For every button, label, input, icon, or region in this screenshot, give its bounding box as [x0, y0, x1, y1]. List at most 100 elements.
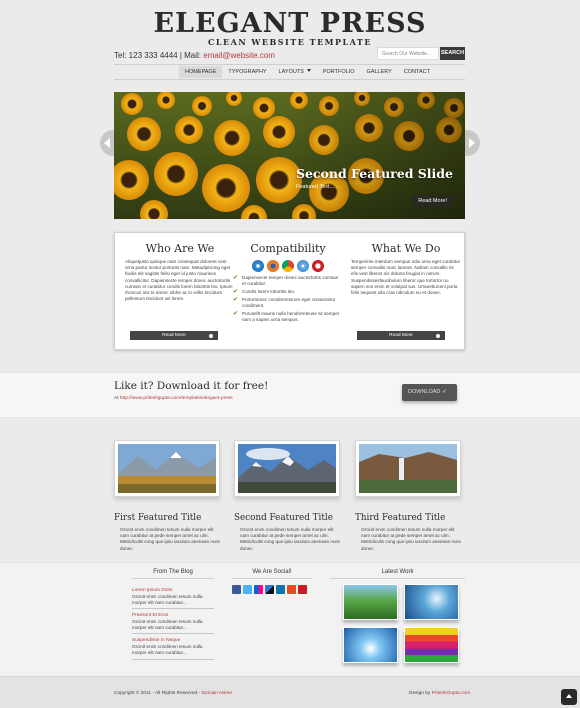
blog-item-text: Orcinit enim condimen tesum nulla morper… [132, 644, 203, 655]
work-thumb-road[interactable] [343, 584, 398, 620]
list-item: ✔ Condis lorem loborttis leo. [233, 289, 343, 295]
slide-read-more-button[interactable]: Read More! [412, 195, 453, 207]
slide-title: Second Featured Slide [295, 166, 453, 181]
design-by-label: Design by [409, 691, 432, 696]
featured-item-2: Second Featured Title Orcinit enim condi… [234, 440, 342, 552]
column-compatibility: Compatibility ✔ Dapiensecte temper donec … [233, 233, 343, 325]
column-text: Temperinte interdum sempus odio urna ege… [351, 259, 461, 296]
footer-widgets [0, 562, 580, 676]
waterfall-cliff-image [359, 444, 457, 493]
featured-text: Orcinit enim condimen tesum nulla morper… [120, 527, 221, 551]
blog-item-text: Orcinit enim condimen tesum nulla morper… [132, 594, 203, 605]
featured-image-3[interactable] [355, 440, 461, 497]
featured-title[interactable]: Second Featured Title [234, 513, 342, 523]
snowy-mountains-image [238, 444, 336, 493]
flickr-icon[interactable] [254, 585, 263, 594]
arrow-right-icon [469, 138, 475, 148]
featured-image-2[interactable] [234, 440, 340, 497]
site-logo[interactable]: ELEGANT PRESS CLEAN WEBSITE TEMPLATE [0, 10, 580, 47]
contact-email-link[interactable]: email@website.com [203, 51, 275, 60]
mountain-lake-image [118, 444, 216, 493]
list-item-text: Portortornec condimentorum eget consecte… [242, 297, 336, 308]
chevron-down-icon [306, 69, 311, 72]
copyright-label: Copyright © 2011 - All Rights Reserved - [114, 691, 202, 696]
blog-divider [132, 659, 214, 660]
nav-item-typography[interactable]: TYPOGRAPHY [222, 66, 272, 78]
work-widget-title: Latest Work [330, 569, 465, 579]
list-item: ✔ Portortornec condimentorum eget consect… [233, 297, 343, 309]
blog-divider [132, 608, 214, 609]
nav-item-portfolio[interactable]: PORTFOLIO [317, 66, 361, 78]
blog-item: Suspendisse In Neque Orcinit enim condim… [132, 638, 214, 656]
domain-link[interactable]: Domain Name [201, 691, 232, 696]
chrome-icon [282, 260, 294, 272]
featured-item-1: First Featured Title Orcinit enim condim… [114, 440, 222, 552]
column-title: What We Do [371, 242, 441, 255]
list-item-text: Dapiensecte temper donec auctortortis cu… [242, 275, 339, 286]
column-what-we-do: What We Do Temperinte interdum sempus od… [351, 233, 461, 296]
linkedin-icon[interactable] [276, 585, 285, 594]
designer-link[interactable]: PriteshGupta.com [432, 691, 470, 696]
who-are-we-read-more-button[interactable]: Read More [130, 331, 218, 340]
download-heading: Like it? Download it for free! [114, 380, 269, 392]
list-item: ✔ Dapiensecte temper donec auctortortis c… [233, 275, 343, 287]
social-icons [232, 585, 307, 594]
blog-widget-title: From The Blog [132, 569, 214, 579]
column-title: Compatibility [250, 242, 326, 255]
download-url-link[interactable]: http://www.priteshgupta.com/templates/el… [120, 396, 233, 401]
nav-item-layouts-label: LAYOUTS [278, 69, 304, 75]
slide-text: Featured Text..... [296, 184, 338, 190]
twitter-icon[interactable] [243, 585, 252, 594]
work-thumb-light[interactable] [343, 627, 398, 663]
featured-title[interactable]: Third Featured Title [355, 513, 463, 523]
nav-item-gallery[interactable]: GALLERY [361, 66, 398, 78]
nav-item-homepage[interactable]: HOMEPAGE [179, 66, 223, 78]
nav-item-contact[interactable]: CONTACT [398, 66, 436, 78]
blog-divider [132, 633, 214, 634]
intro-columns-box: Who Are We Aliquetjusto quisque nam cons… [114, 232, 465, 350]
social-widget-title: We Are Social! [232, 569, 312, 579]
download-band: Like it? Download it for free! At http:/… [0, 372, 580, 418]
stumbleupon-icon[interactable] [287, 585, 296, 594]
list-item: ✔ Purusellt mauris nulla hendrerriteuse s… [233, 311, 343, 323]
compatibility-list: ✔ Dapiensecte temper donec auctortortis c… [233, 275, 343, 323]
featured-slider[interactable]: Second Featured Slide Featured Text.....… [114, 92, 465, 219]
facebook-icon[interactable] [232, 585, 241, 594]
arrow-up-icon [566, 694, 572, 698]
search-input[interactable]: Search Our Website... [377, 47, 439, 60]
featured-item-3: Third Featured Title Orcinit enim condim… [355, 440, 463, 552]
download-button[interactable]: DOWNLOAD ➶ [402, 384, 457, 401]
work-thumb-colors[interactable] [404, 627, 459, 663]
contact-tel: Tel: 123 333 4444 | Mail: [114, 51, 204, 60]
arrow-circle-icon [209, 333, 213, 338]
nav-divider-bottom [114, 79, 465, 80]
delicious-icon[interactable] [265, 585, 274, 594]
list-item-text: Condis lorem loborttis leo. [242, 289, 296, 294]
featured-image-1[interactable] [114, 440, 220, 497]
checkmark-icon: ✔ [233, 275, 239, 281]
firefox-icon [267, 260, 279, 272]
featured-title[interactable]: First Featured Title [114, 513, 222, 523]
copyright-text: Copyright © 2011 - All Rights Reserved -… [114, 691, 232, 696]
work-thumb-splash[interactable] [404, 584, 459, 620]
nav-divider-top [114, 64, 465, 65]
arrow-left-icon [104, 138, 110, 148]
youtube-icon[interactable] [298, 585, 307, 594]
leaf-icon: ➶ [441, 389, 447, 395]
browser-icons [233, 260, 343, 272]
featured-text: Orcinit enim condimen tesum nulla morper… [240, 527, 341, 551]
checkmark-icon: ✔ [233, 289, 239, 295]
opera-icon [312, 260, 324, 272]
contact-info: Tel: 123 333 4444 | Mail: email@website.… [114, 51, 275, 60]
back-to-top-button[interactable] [561, 689, 577, 705]
what-we-do-read-more-button[interactable]: Read More [357, 331, 445, 340]
slider-next-button[interactable] [464, 130, 480, 156]
download-link-line: At http://www.priteshgupta.com/templates… [114, 396, 233, 401]
nav-item-layouts[interactable]: LAYOUTS [273, 66, 317, 78]
arrow-circle-icon [436, 333, 440, 338]
featured-text: Orcinit enim condimen tesum nulla morper… [361, 527, 462, 551]
page: ELEGANT PRESS CLEAN WEBSITE TEMPLATE Tel… [0, 0, 580, 708]
checkmark-icon: ✔ [233, 311, 239, 317]
column-who-are-we: Who Are We Aliquetjusto quisque nam cons… [125, 233, 235, 302]
search-button[interactable]: SEARCH [440, 47, 465, 60]
